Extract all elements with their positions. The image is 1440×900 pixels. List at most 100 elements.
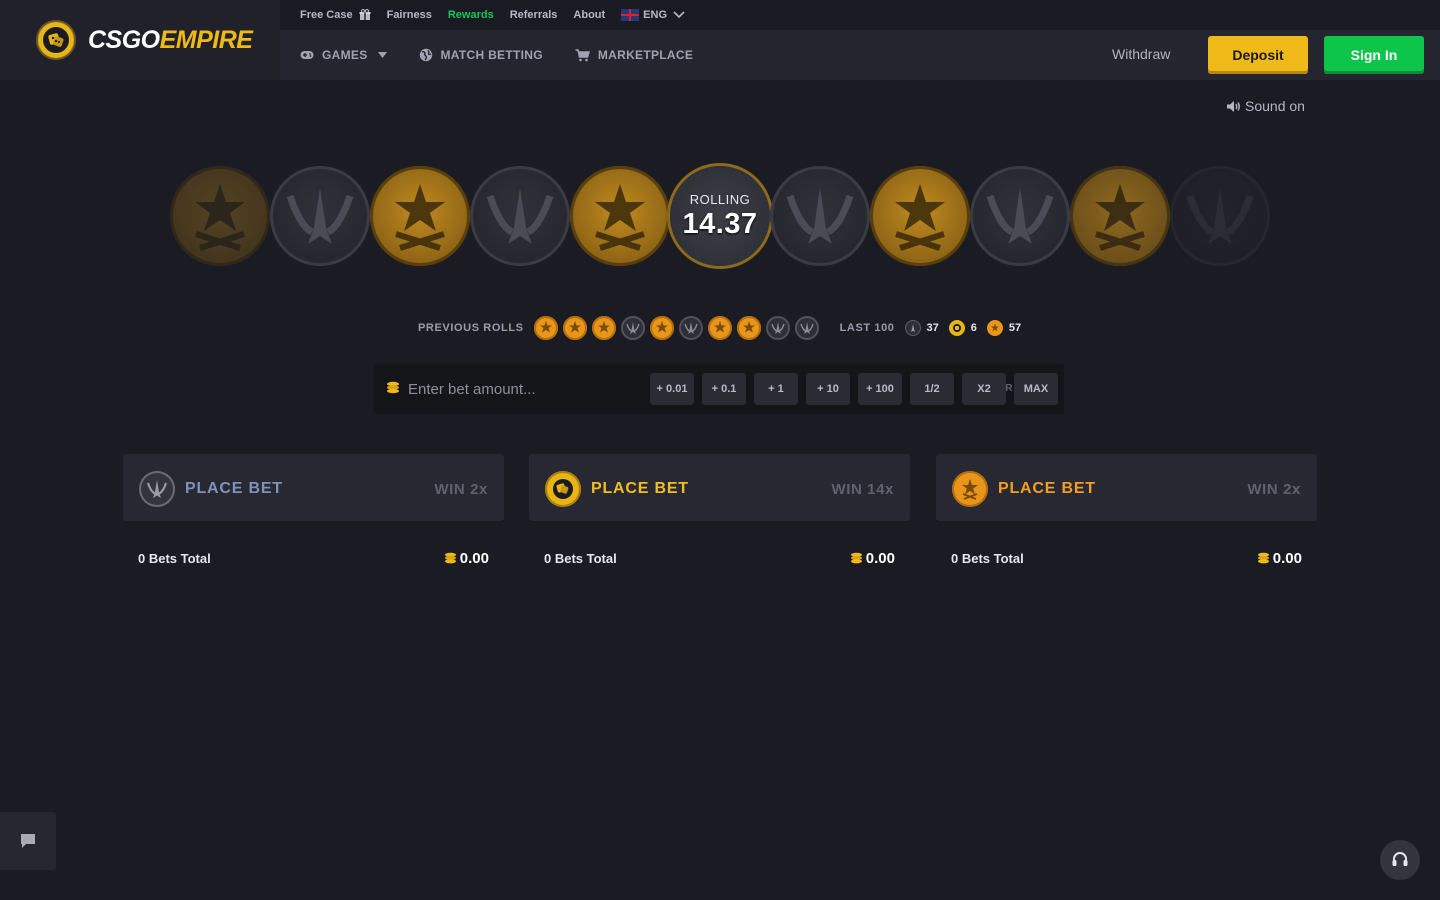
t-coin-icon [570, 166, 670, 266]
add-0.01-button[interactable]: + 0.01 [650, 373, 694, 405]
coins-icon [1257, 552, 1269, 563]
cart-icon [575, 48, 590, 61]
rewards-link[interactable]: Rewards [448, 9, 494, 21]
nav-games[interactable]: GAMES [300, 48, 387, 62]
ct-small-icon [904, 320, 921, 336]
ct-coin-icon [470, 166, 570, 266]
chat-toggle-button[interactable] [0, 812, 56, 870]
rolling-value: 14.37 [682, 207, 758, 240]
ct-badge-icon [139, 471, 175, 507]
speaker-icon [1227, 100, 1240, 112]
nav-marketplace[interactable]: MARKETPLACE [575, 48, 693, 62]
bets-total-count: 0 Bets Total [544, 550, 617, 566]
t-roll-icon [736, 316, 761, 340]
t-roll-icon [533, 316, 558, 340]
free-case-link[interactable]: Free Case [300, 9, 371, 21]
add-0.1-button[interactable]: + 0.1 [702, 373, 746, 405]
t-bet-column: PLACE BET WIN 2x 0 Bets Total 0.00 [936, 454, 1317, 592]
gamepad-icon [300, 51, 314, 59]
bonus-bet-column: PLACE BET WIN 14x 0 Bets Total 0.00 [529, 454, 910, 592]
bet-amount-bar: CLEAR + 0.01 + 0.1 + 1 + 10 + 100 1/2 X2… [374, 364, 1064, 414]
t-roll-icon [591, 316, 616, 340]
add-1-button[interactable]: + 1 [754, 373, 798, 405]
t-small-icon [986, 320, 1003, 336]
support-button[interactable] [1380, 840, 1420, 880]
win-multiplier: WIN 2x [1247, 480, 1301, 498]
place-bet-label: PLACE BET [185, 480, 283, 497]
bets-totals: 0 Bets Total 0.00 [529, 524, 910, 592]
referrals-link[interactable]: Referrals [510, 9, 558, 21]
ct-roll-icon [620, 316, 645, 340]
t-coin-icon [170, 166, 270, 266]
fairness-link[interactable]: Fairness [387, 9, 432, 21]
last-100-label: LAST 100 [839, 322, 895, 334]
bets-total-count: 0 Bets Total [951, 550, 1024, 566]
win-multiplier: WIN 14x [831, 480, 894, 498]
t-roll-icon [707, 316, 732, 340]
max-button[interactable]: MAX [1014, 373, 1058, 405]
place-bet-label: PLACE BET [998, 480, 1096, 497]
brand-name: CSGOEMPIRE [88, 25, 253, 54]
nav-match-betting[interactable]: MATCH BETTING [419, 48, 543, 62]
ct-coin-icon [770, 166, 870, 266]
caret-down-icon [377, 52, 387, 58]
uk-flag-icon [621, 9, 640, 21]
brand[interactable]: CSGOEMPIRE [0, 0, 280, 80]
add-10-button[interactable]: + 10 [806, 373, 850, 405]
ct-roll-icon [794, 316, 819, 340]
ct-coin-icon [1170, 166, 1270, 266]
ct-roll-icon [678, 316, 703, 340]
bets-total-amount: 0.00 [850, 550, 895, 567]
t-coin-icon [870, 166, 970, 266]
deposit-button[interactable]: Deposit [1208, 36, 1308, 74]
t-roll-icon [562, 316, 587, 340]
previous-rolls-label: PREVIOUS ROLLS [418, 322, 524, 334]
place-bet-bonus-button[interactable]: PLACE BET WIN 14x [529, 454, 910, 524]
sound-toggle[interactable]: Sound on [1226, 98, 1305, 114]
t-coin-icon [370, 166, 470, 266]
roulette-strip: ROLLING 14.37 [170, 166, 1270, 266]
double-button[interactable]: X2 [962, 373, 1006, 405]
bets-totals: 0 Bets Total 0.00 [936, 524, 1317, 592]
headset-icon [1392, 852, 1408, 866]
t-coin-icon [1070, 166, 1170, 266]
ct-coin-icon [970, 166, 1070, 266]
ct-roll-icon [765, 316, 790, 340]
bets-total-amount: 0.00 [1257, 550, 1302, 567]
dice-badge-icon [545, 471, 581, 507]
withdraw-link[interactable]: Withdraw [1112, 46, 1170, 62]
coins-icon [850, 552, 862, 563]
half-button[interactable]: 1/2 [910, 373, 954, 405]
rolling-label: ROLLING [689, 191, 751, 207]
bets-total-count: 0 Bets Total [138, 550, 211, 566]
last-100-t-count: 57 [1008, 322, 1022, 334]
top-links-bar: Free Case Fairness Rewards Referrals Abo… [280, 0, 1440, 30]
place-bet-label: PLACE BET [591, 480, 689, 497]
chevron-down-icon [673, 11, 685, 19]
add-100-button[interactable]: + 100 [858, 373, 902, 405]
bets-totals: 0 Bets Total 0.00 [123, 524, 504, 592]
language-select[interactable]: ENG [621, 9, 685, 21]
sign-in-button[interactable]: Sign In [1324, 36, 1424, 74]
t-badge-icon [952, 471, 988, 507]
gift-icon [359, 9, 371, 20]
rolling-indicator: ROLLING 14.37 [670, 166, 770, 266]
bets-total-amount: 0.00 [444, 550, 489, 567]
win-multiplier: WIN 2x [434, 480, 488, 498]
dice-logo-icon [38, 22, 74, 58]
last-100-bonus-count: 6 [970, 322, 977, 334]
about-link[interactable]: About [573, 9, 605, 21]
header: CSGOEMPIRE Free Case Fairness Rewards Re… [0, 0, 1440, 80]
bet-amount-input[interactable] [408, 377, 578, 401]
chat-bubble-icon [21, 834, 35, 848]
bonus-small-icon [948, 320, 965, 336]
coins-icon [387, 381, 399, 394]
place-bet-t-button[interactable]: PLACE BET WIN 2x [936, 454, 1317, 524]
globe-icon [419, 48, 432, 62]
coins-icon [444, 552, 456, 563]
ct-coin-icon [270, 166, 370, 266]
t-roll-icon [649, 316, 674, 340]
ct-bet-column: PLACE BET WIN 2x 0 Bets Total 0.00 [123, 454, 504, 592]
last-100-ct-count: 37 [926, 322, 939, 334]
place-bet-ct-button[interactable]: PLACE BET WIN 2x [123, 454, 504, 524]
